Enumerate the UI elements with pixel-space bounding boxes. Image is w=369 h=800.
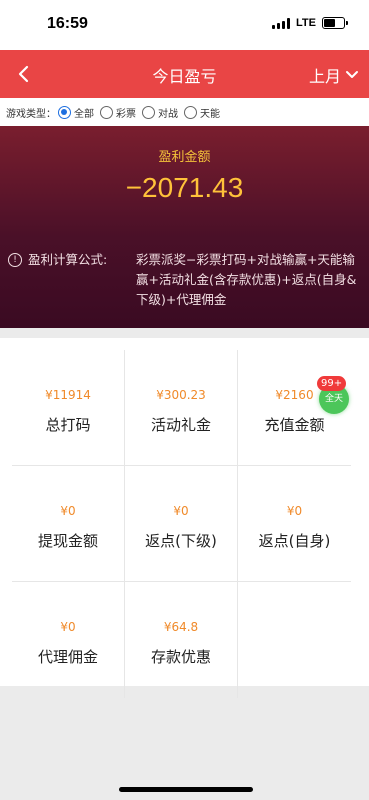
battery-icon — [322, 17, 348, 29]
stat-label: 返点(自身) — [258, 532, 331, 550]
support-badge[interactable]: 全天 99+ — [317, 376, 351, 414]
stat-empty-cell — [238, 582, 351, 698]
stats-panel: ¥11914 总打码 ¥300.23 活动礼金 ¥2160 充值金额 全天 99… — [0, 338, 369, 698]
stat-rebate-subordinate[interactable]: ¥0 返点(下级) — [125, 466, 238, 582]
stat-value: ¥11914 — [45, 388, 91, 402]
radio-label: 全部 — [74, 108, 94, 120]
status-indicators: LTE — [272, 17, 348, 29]
formula-text: 彩票派奖−彩票打码+对战输赢+天能输赢+活动礼金(含存款优惠)+返点(自身&下级… — [136, 252, 357, 307]
stat-agent-commission[interactable]: ¥0 代理佣金 — [12, 582, 125, 698]
profit-formula: ! 盈利计算公式: 彩票派奖−彩票打码+对战输赢+天能输赢+活动礼金(含存款优惠… — [8, 250, 359, 310]
formula-label: 盈利计算公式: — [28, 252, 108, 267]
stat-label: 活动礼金 — [150, 416, 211, 434]
stat-value: ¥300.23 — [156, 388, 206, 402]
radio-button-lottery[interactable] — [100, 105, 113, 119]
profit-value: −2071.43 — [125, 172, 244, 203]
period-label: 上月 — [308, 67, 341, 86]
radio-label: 对战 — [158, 108, 178, 120]
stat-label: 充值金额 — [264, 416, 325, 434]
notification-count-badge: 99+ — [317, 376, 347, 391]
radio-option-battle[interactable]: 对战 — [142, 105, 178, 120]
radio-label: 彩票 — [116, 108, 136, 120]
stats-grid: ¥11914 总打码 ¥300.23 活动礼金 ¥2160 充值金额 全天 99… — [12, 350, 351, 698]
stat-label: 提现金额 — [37, 532, 98, 550]
chevron-down-icon — [346, 71, 358, 78]
stat-label: 总打码 — [45, 416, 91, 434]
period-selector[interactable]: 上月 — [309, 63, 359, 87]
stat-label: 存款优惠 — [150, 648, 211, 666]
stat-value: ¥0 — [173, 504, 189, 518]
radio-label: 天能 — [200, 108, 220, 120]
stat-total-bet[interactable]: ¥11914 总打码 — [12, 350, 125, 466]
stat-deposit-amount[interactable]: ¥2160 充值金额 全天 99+ — [238, 350, 351, 466]
network-type: LTE — [296, 17, 316, 29]
stat-deposit-discount[interactable]: ¥64.8 存款优惠 — [125, 582, 238, 698]
stat-value: ¥0 — [60, 504, 76, 518]
stat-activity-bonus[interactable]: ¥300.23 活动礼金 — [125, 350, 238, 466]
filter-label: 游戏类型： — [6, 108, 56, 120]
profit-label: 盈利金额 — [158, 150, 211, 165]
stat-label: 代理佣金 — [37, 648, 98, 666]
nav-bar: 今日盈亏 上月 — [0, 50, 369, 98]
radio-button-battle[interactable] — [142, 105, 155, 119]
info-icon: ! — [8, 253, 22, 267]
stat-label: 返点(下级) — [145, 532, 217, 550]
status-bar: 16:59 LTE — [0, 0, 369, 50]
home-indicator[interactable] — [119, 787, 253, 792]
stat-value: ¥0 — [286, 504, 303, 518]
signal-icon — [272, 17, 291, 29]
status-time: 16:59 — [47, 15, 88, 32]
profit-summary-panel: 盈利金额 −2071.43 ! 盈利计算公式: 彩票派奖−彩票打码+对战输赢+天… — [0, 126, 369, 328]
stat-withdraw-amount[interactable]: ¥0 提现金额 — [12, 466, 125, 582]
radio-button-tianneng[interactable] — [184, 105, 197, 119]
radio-option-all[interactable]: 全部 — [58, 105, 94, 120]
stat-value: ¥64.8 — [163, 620, 199, 634]
radio-option-tianneng[interactable]: 天能 — [184, 105, 220, 120]
stat-value: ¥0 — [60, 620, 76, 634]
stat-rebate-self[interactable]: ¥0 返点(自身) — [238, 466, 351, 582]
radio-button-all[interactable] — [58, 105, 71, 119]
game-type-filter: 游戏类型： 全部 彩票 对战 天能 — [0, 98, 369, 126]
radio-option-lottery[interactable]: 彩票 — [100, 105, 136, 120]
